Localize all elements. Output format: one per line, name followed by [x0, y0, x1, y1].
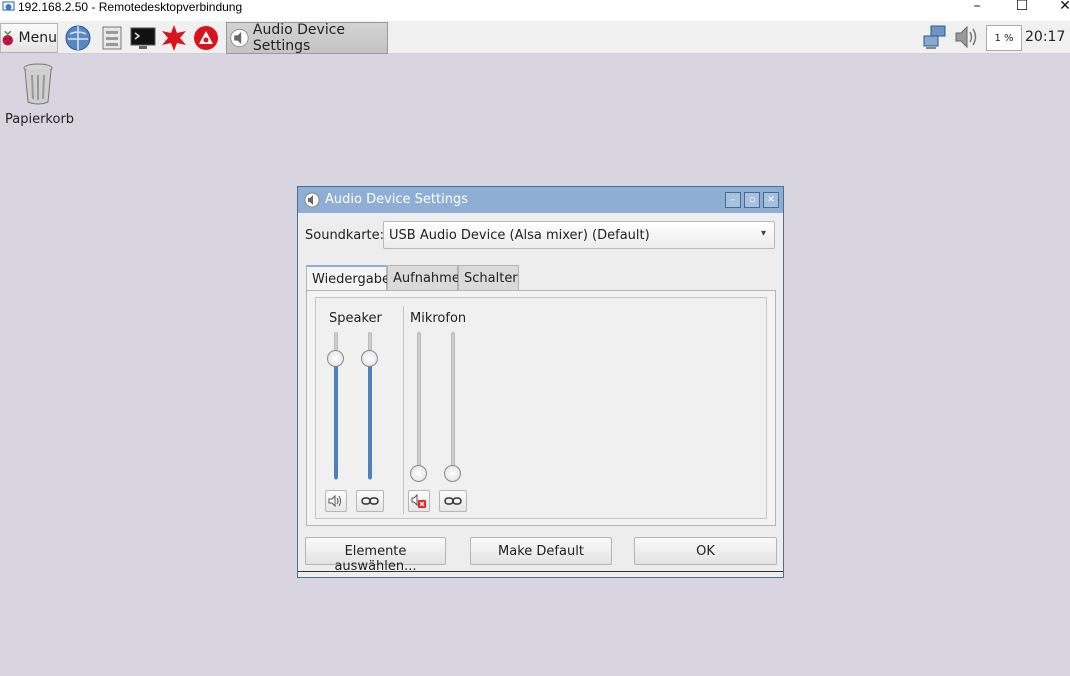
dialog-close-button[interactable]: ✕: [763, 192, 779, 208]
mikrofon-label: Mikrofon: [410, 311, 467, 326]
audio-settings-icon: [304, 192, 320, 208]
mikrofon-left-slider-knob[interactable]: [410, 464, 427, 482]
speaker-left-slider-fill: [334, 356, 338, 479]
tab-aufnahme[interactable]: Aufnahme: [387, 265, 460, 291]
speaker-right-slider-knob[interactable]: [361, 349, 378, 367]
volume-icon[interactable]: [953, 24, 981, 50]
network-icon[interactable]: [922, 24, 948, 50]
remote-desktop-titlebar: 192.168.2.50 - Remotedesktopverbindung –…: [0, 0, 1070, 21]
menu-label: Menu: [18, 30, 57, 46]
dialog-minimize-button[interactable]: –: [725, 192, 741, 208]
remote-desktop-title: 192.168.2.50 - Remotedesktopverbindung: [18, 0, 243, 14]
mikrofon-mute-toggle[interactable]: [408, 490, 430, 512]
browser-globe-icon[interactable]: [64, 24, 92, 52]
make-default-label: Make Default: [498, 544, 584, 559]
tab-wiedergabe[interactable]: Wiedergabe: [306, 265, 391, 293]
audio-settings-dialog: Audio Device Settings – ▫ ✕ Soundkarte: …: [297, 186, 784, 578]
taskbar-audio-settings[interactable]: Audio Device Settings: [226, 22, 388, 54]
mikrofon-left-slider[interactable]: [417, 332, 421, 480]
trash-icon: [23, 63, 53, 105]
math-kernel-icon[interactable]: [160, 24, 188, 52]
select-elements-label: Elemente auswählen...: [334, 544, 417, 574]
ok-label: OK: [696, 544, 715, 559]
taskbar-audio-settings-label: Audio Device Settings: [252, 22, 346, 54]
file-manager-icon[interactable]: [98, 24, 126, 52]
ok-button[interactable]: OK: [634, 537, 777, 565]
mikrofon-right-slider-knob[interactable]: [444, 464, 461, 482]
speaker-right-slider-fill: [368, 356, 372, 479]
wolfram-icon[interactable]: [192, 24, 220, 52]
minimize-icon[interactable]: –: [957, 0, 997, 14]
menu-button[interactable]: Menu: [0, 23, 58, 53]
chevron-down-icon: ▾: [760, 228, 766, 239]
tab-schalter[interactable]: Schalter: [458, 265, 519, 291]
link-icon: [444, 497, 462, 505]
muted-speaker-icon: [411, 494, 426, 508]
soundcard-select[interactable]: USB Audio Device (Alsa mixer) (Default) …: [383, 221, 775, 249]
desktop-trash-label: Papierkorb: [5, 112, 75, 127]
audio-settings-icon: [230, 28, 249, 48]
desktop-trash[interactable]: Papierkorb: [5, 62, 75, 127]
speaker-icon: [328, 494, 341, 508]
speaker-label: Speaker: [329, 311, 382, 326]
soundcard-label: Soundkarte:: [305, 228, 385, 243]
close-icon[interactable]: ✕: [1045, 0, 1070, 14]
dialog-bottom-edge: [298, 571, 783, 572]
group-divider: [403, 306, 404, 514]
dialog-maximize-button[interactable]: ▫: [744, 192, 760, 208]
raspberry-pi-icon: [2, 30, 14, 46]
maximize-icon[interactable]: ☐: [1002, 0, 1042, 14]
playback-panel: Speaker Mikrofon: [306, 290, 776, 526]
select-elements-button[interactable]: Elemente auswählen...: [305, 537, 446, 574]
clock[interactable]: 20:17: [1025, 29, 1065, 45]
tab-label: Aufnahme: [393, 271, 460, 286]
remote-desktop-icon: [2, 1, 15, 11]
cpu-monitor[interactable]: 1 %: [986, 25, 1022, 51]
make-default-button[interactable]: Make Default: [470, 537, 612, 565]
mikrofon-right-slider[interactable]: [451, 332, 455, 480]
tab-label: Wiedergabe: [312, 272, 391, 287]
tab-label: Schalter: [464, 271, 518, 286]
mikrofon-link-toggle[interactable]: [439, 490, 467, 512]
taskbar: Menu Audio Device Settings 1 % 20:17: [0, 21, 1070, 54]
speaker-mute-toggle[interactable]: [325, 490, 347, 512]
terminal-icon[interactable]: [129, 24, 157, 52]
soundcard-value: USB Audio Device (Alsa mixer) (Default): [389, 228, 650, 243]
playback-controls: Speaker Mikrofon: [315, 297, 767, 519]
cpu-usage-text: 1 %: [994, 32, 1014, 44]
link-icon: [361, 497, 379, 505]
dialog-title: Audio Device Settings: [325, 192, 468, 207]
speaker-link-toggle[interactable]: [356, 490, 384, 512]
speaker-left-slider-knob[interactable]: [327, 349, 344, 367]
dialog-titlebar[interactable]: Audio Device Settings – ▫ ✕: [298, 187, 783, 213]
